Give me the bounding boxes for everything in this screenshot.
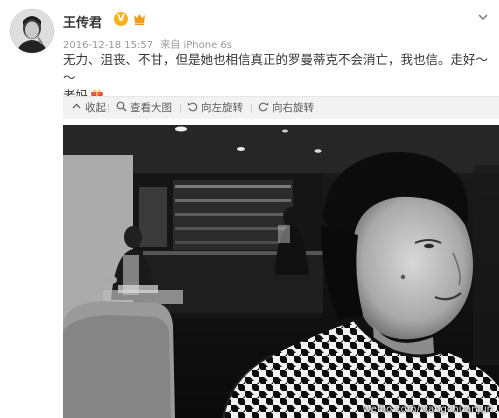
zoom-in-icon — [116, 101, 127, 112]
chevron-down-icon[interactable] — [475, 9, 491, 25]
view-large-label: 查看大图 — [130, 102, 172, 114]
photo-image — [63, 125, 499, 418]
avatar[interactable] — [10, 9, 54, 53]
rotate-right-label: 向右旋转 — [272, 102, 314, 114]
view-large-button[interactable]: 查看大图 — [116, 100, 172, 116]
toolbar-divider — [251, 104, 252, 113]
collapse-button[interactable]: 收起 — [71, 100, 106, 116]
vip-member-icon[interactable] — [132, 12, 147, 26]
post-header: 王传君 V 2016-12-18 15:57 来自 iPhone 6s — [0, 0, 499, 56]
timestamp[interactable]: 2016-12-18 15:57 — [63, 40, 153, 51]
toolbar-divider — [180, 104, 181, 113]
toolbar-divider — [108, 104, 109, 113]
rotate-left-button[interactable]: 向左旋转 — [187, 100, 243, 116]
rotate-left-icon — [187, 102, 198, 112]
rotate-right-button[interactable]: 向右旋转 — [258, 100, 314, 116]
post-source: 来自 iPhone 6s — [160, 40, 232, 51]
avatar-photo — [10, 9, 54, 53]
verified-badge-icon: V — [114, 12, 128, 26]
username[interactable]: 王传君 — [63, 12, 102, 31]
rotate-right-icon — [258, 102, 269, 112]
image-toolbar: 收起 查看大图 向左旋转 向右旋转 — [63, 96, 499, 119]
post-photo[interactable]: weibo.com/wangchuanjun — [63, 125, 499, 418]
collapse-icon — [72, 103, 81, 109]
post-meta: 2016-12-18 15:57 来自 iPhone 6s — [63, 36, 236, 51]
photo-watermark: weibo.com/wangchuanjun — [362, 404, 493, 415]
collapse-label: 收起 — [85, 102, 106, 114]
post-text-line1: 无力、沮丧、不甘，但是她也相信真正的罗曼蒂克不会消亡，我也信。走好～～ — [63, 52, 489, 85]
rotate-left-label: 向左旋转 — [201, 102, 243, 114]
